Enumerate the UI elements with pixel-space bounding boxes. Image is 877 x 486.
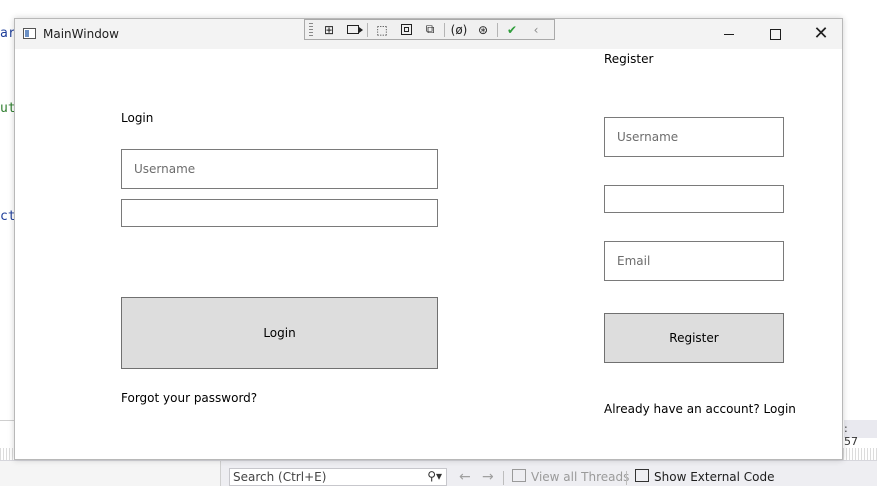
register-button[interactable]: Register (604, 313, 784, 363)
toolbar-separator (497, 22, 498, 37)
threads-icon (512, 469, 526, 482)
maximize-button[interactable] (752, 19, 798, 49)
ide-splitter (0, 448, 14, 460)
view-all-threads-button[interactable]: View all Threads (512, 469, 629, 484)
login-heading: Login (121, 111, 154, 125)
callstack-search-input[interactable] (230, 469, 416, 485)
window-app-icon (23, 28, 36, 39)
ide-bottom-toolbar: ⚲▾ ← → View all Threads Show External Co… (0, 460, 877, 486)
record-icon[interactable] (343, 21, 363, 38)
close-icon: ✕ (813, 23, 829, 44)
toolbar-separator (367, 22, 368, 37)
toolbar-separator (503, 471, 504, 485)
register-password-field[interactable] (604, 185, 784, 213)
track-focus-icon[interactable]: ⧉ (420, 21, 440, 38)
callstack-search-box[interactable]: ⚲▾ (229, 468, 447, 486)
show-external-code-button[interactable]: Show External Code (635, 469, 775, 484)
ide-editor-strip: ar ut ct (0, 18, 16, 460)
forward-arrow-icon[interactable]: → (482, 469, 494, 485)
forgot-password-link[interactable]: Forgot your password? (121, 391, 257, 405)
select-element-icon[interactable]: ⬚ (372, 21, 392, 38)
title-bar[interactable]: MainWindow ⊞ ⬚ ⧉ (ø) ⊛ ✔ ‹ ✕ (15, 19, 842, 49)
ide-splitter (843, 448, 877, 460)
search-icon[interactable]: ⚲▾ (427, 469, 442, 483)
accessibility-icon[interactable]: ⊛ (473, 21, 493, 38)
external-code-icon (635, 469, 649, 482)
ide-divider (0, 420, 14, 421)
already-have-account-link[interactable]: Already have an account? Login (604, 402, 796, 416)
maximize-icon (769, 28, 781, 40)
live-visual-tree-icon[interactable]: ⊞ (319, 21, 339, 38)
display-adorners-icon[interactable] (396, 21, 416, 38)
close-button[interactable]: ✕ (798, 19, 844, 49)
back-arrow-icon[interactable]: ← (459, 469, 471, 485)
main-window: MainWindow ⊞ ⬚ ⧉ (ø) ⊛ ✔ ‹ ✕ Login Login… (14, 18, 843, 460)
register-email-field[interactable] (604, 241, 784, 281)
login-password-field[interactable] (121, 199, 438, 227)
grip-icon[interactable] (309, 23, 313, 36)
binding-failures-icon[interactable]: (ø) (449, 21, 469, 38)
xaml-debug-toolbar: ⊞ ⬚ ⧉ (ø) ⊛ ✔ ‹ (304, 19, 555, 40)
toolbar-separator (626, 471, 627, 485)
checkmark-icon[interactable]: ✔ (502, 21, 522, 38)
ide-left-pane (0, 461, 221, 486)
ide-status-value: : 57 (844, 420, 877, 448)
login-button[interactable]: Login (121, 297, 438, 369)
toolbar-separator (444, 22, 445, 37)
login-username-field[interactable] (121, 149, 438, 189)
register-heading: Register (604, 52, 654, 66)
minimize-icon (724, 33, 734, 35)
window-title: MainWindow (43, 27, 119, 41)
minimize-button[interactable] (706, 19, 752, 49)
register-username-field[interactable] (604, 117, 784, 157)
collapse-toolbar-icon[interactable]: ‹ (526, 21, 546, 38)
